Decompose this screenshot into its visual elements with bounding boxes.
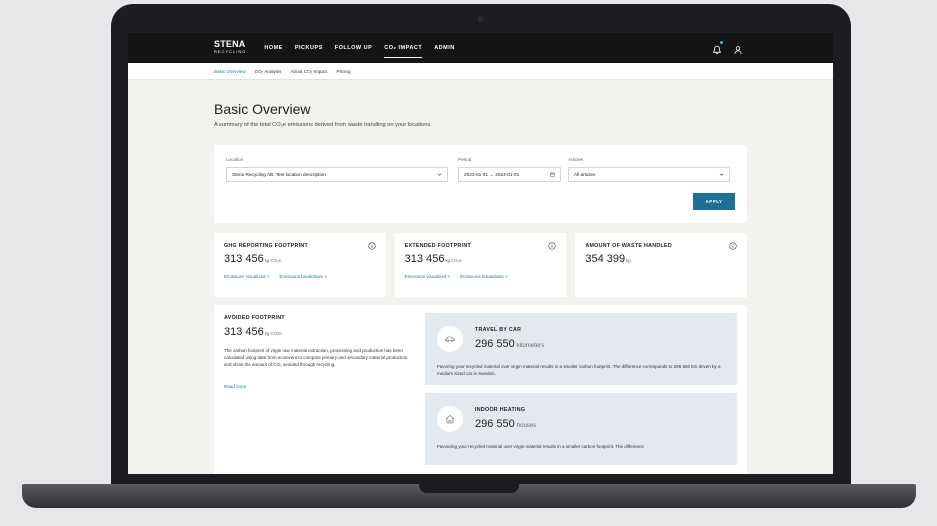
equivalent-title: TRAVEL BY CAR — [475, 327, 522, 333]
stat-title: GHG REPORTING FOOTPRINT — [224, 243, 308, 249]
brand-logo[interactable]: STENA RECYCLING — [214, 40, 246, 56]
stat-title: AMOUNT OF WASTE HANDLED — [585, 243, 672, 249]
nav-follow-up[interactable]: FOLLOW UP — [335, 39, 373, 57]
laptop-lid: STENA RECYCLING HOME PICKUPS FOLLOW UP C… — [111, 4, 851, 490]
subnav-basic-overview[interactable]: Basic Overview — [214, 69, 246, 74]
stat-unit: kg CO₂e — [445, 258, 462, 263]
equivalent-value: 296 550 kilometers — [475, 338, 545, 350]
avoided-title: AVOIDED FOOTPRINT — [224, 315, 285, 321]
chevron-down-icon — [719, 173, 724, 176]
subnav-co2-analysis[interactable]: CO₂ Analysis — [255, 69, 282, 74]
equivalent-description: Favoring your recycled material over vir… — [437, 364, 721, 376]
location-label: Location — [226, 157, 244, 162]
avoided-unit: kg CO2e — [264, 331, 282, 336]
nav-co2-impact[interactable]: CO₂ IMPACT — [384, 39, 423, 58]
app-screen: STENA RECYCLING HOME PICKUPS FOLLOW UP C… — [128, 33, 833, 474]
emissions-visualized-link[interactable]: Emissions visualized > — [224, 274, 269, 279]
bell-icon[interactable] — [712, 41, 723, 55]
equivalents-list: TRAVEL BY CAR 296 550 kilometers Favoring… — [425, 313, 737, 465]
info-icon[interactable] — [368, 242, 376, 250]
equivalent-title: INDOOR HEATING — [475, 407, 526, 413]
nav-home[interactable]: HOME — [264, 39, 283, 57]
emissions-visualized-link[interactable]: Emissions visualized > — [405, 274, 450, 279]
stat-card-extended: EXTENDED FOOTPRINT 313 456kg CO₂e Emissi… — [394, 233, 567, 297]
period-picker[interactable]: 2023-01-01 → 2024-01-01 — [458, 167, 561, 182]
stats-row: GHG REPORTING FOOTPRINT 313 456kg CO₂e E… — [214, 233, 748, 297]
equivalent-car: TRAVEL BY CAR 296 550 kilometers Favoring… — [425, 313, 737, 385]
camera-icon — [478, 16, 484, 22]
equivalent-heating: INDOOR HEATING 296 550 houses Favouring y… — [425, 393, 737, 465]
equivalent-unit: houses — [516, 423, 537, 429]
avoided-value: 313 456kg CO2e — [224, 326, 282, 338]
location-value: Stena Recycling AB, Test location descri… — [232, 172, 326, 177]
page-description: A summary of the total CO₂e emissions de… — [214, 122, 432, 128]
avoided-summary: AVOIDED FOOTPRINT 313 456kg CO2e The car… — [224, 315, 411, 465]
stat-unit: kg — [626, 258, 631, 263]
articles-label: Articles — [568, 157, 584, 162]
equivalent-unit: kilometers — [516, 343, 545, 349]
stat-card-waste: AMOUNT OF WASTE HANDLED 354 399kg — [575, 233, 748, 297]
nav-pickups[interactable]: PICKUPS — [295, 39, 323, 57]
info-icon[interactable] — [548, 242, 556, 250]
period-label: Period — [458, 157, 472, 162]
info-icon[interactable] — [729, 242, 737, 250]
equivalent-description: Favouring your recycled material over vi… — [437, 444, 644, 449]
equivalent-value: 296 550 houses — [475, 418, 537, 430]
subnav-about-co2-impact[interactable]: About CO₂ Impact — [290, 69, 327, 74]
notification-dot — [720, 41, 723, 44]
top-icons — [712, 41, 743, 55]
calendar-icon — [550, 172, 555, 177]
page-title: Basic Overview — [214, 101, 311, 117]
emissions-breakdown-link[interactable]: Emissions breakdown > — [279, 274, 327, 279]
stat-links: Emissions visualized > Emissions breakdo… — [224, 274, 376, 279]
stat-value: 313 456kg CO₂e — [224, 253, 282, 265]
nav-admin[interactable]: ADMIN — [434, 39, 455, 57]
subnav-pricing[interactable]: Pricing — [337, 69, 351, 74]
period-value: 2023-01-01 → 2024-01-01 — [464, 172, 520, 177]
stat-card-ghg: GHG REPORTING FOOTPRINT 313 456kg CO₂e E… — [214, 233, 386, 297]
sub-navigation: Basic Overview CO₂ Analysis About CO₂ Im… — [128, 63, 833, 80]
apply-button[interactable]: APPLY — [693, 193, 735, 210]
avoided-description: The carbon footprint of virgin raw mater… — [224, 348, 408, 367]
main-content: Basic Overview A summary of the total CO… — [128, 101, 833, 474]
stat-value: 313 456kg CO₂e — [404, 253, 462, 265]
stat-unit: kg CO₂e — [264, 258, 282, 263]
read-more-link[interactable]: Read more — [224, 384, 411, 389]
articles-select[interactable]: All articles — [568, 167, 730, 182]
car-icon — [437, 326, 463, 352]
stat-links: Emissions visualized > Emissions breakdo… — [405, 274, 557, 279]
articles-value: All articles — [574, 172, 596, 177]
user-icon[interactable] — [733, 42, 743, 55]
stat-value: 354 399kg — [585, 253, 631, 265]
emissions-breakdown-link[interactable]: Emissions breakdown > — [460, 274, 508, 279]
avoided-footprint-card: AVOIDED FOOTPRINT 313 456kg CO2e The car… — [214, 305, 747, 474]
stat-title: EXTENDED FOOTPRINT — [404, 243, 471, 249]
chevron-down-icon — [437, 173, 442, 176]
laptop-base — [22, 484, 916, 508]
laptop-notch — [419, 484, 519, 493]
top-navigation: STENA RECYCLING HOME PICKUPS FOLLOW UP C… — [128, 33, 833, 63]
brand-sub: RECYCLING — [214, 49, 247, 54]
house-icon — [437, 406, 463, 432]
filter-card: Location Stena Recycling AB, Test locati… — [214, 145, 747, 223]
location-select[interactable]: Stena Recycling AB, Test location descri… — [226, 167, 448, 182]
